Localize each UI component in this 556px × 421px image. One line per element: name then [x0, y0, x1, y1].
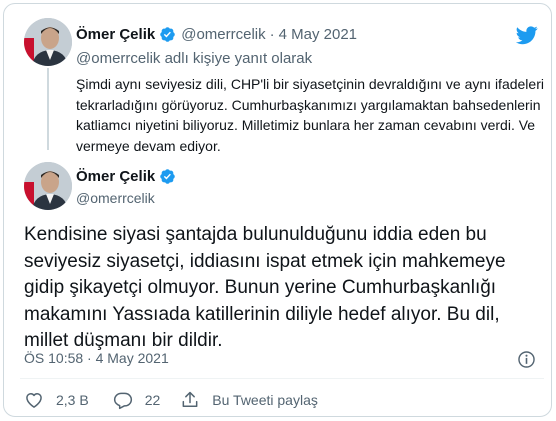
tweet-timestamp[interactable]: ÖS 10:58 · 4 May 2021: [24, 350, 169, 366]
tweet-date[interactable]: 4 May 2021: [279, 26, 357, 43]
reply-context[interactable]: @omerrcelik adlı kişiye yanıt olarak: [76, 50, 312, 67]
action-bar: 2,3 B 22 Bu Tweeti paylaş: [24, 390, 318, 410]
main-tweet-text: Kendisine siyasi şantajda bulunulduğunu …: [24, 224, 506, 351]
parent-header: Ömer Çelik @omerrcelik · 4 May 2021: [76, 26, 357, 43]
main-header: Ömer Çelik: [76, 168, 176, 185]
share-button[interactable]: Bu Tweeti paylaş: [180, 390, 318, 410]
author-handle[interactable]: @omerrcelik: [76, 190, 155, 206]
author-name[interactable]: Ömer Çelik: [76, 26, 155, 43]
twitter-logo-icon[interactable]: [516, 24, 538, 46]
like-button[interactable]: 2,3 B: [24, 390, 89, 410]
like-count: 2,3 B: [56, 392, 89, 408]
verified-badge-icon: [160, 27, 175, 42]
avatar[interactable]: [24, 18, 72, 66]
thread-line: [47, 68, 49, 150]
verified-badge-icon: [160, 169, 175, 184]
author-handle[interactable]: @omerrcelik: [181, 26, 265, 43]
tweet-card: Ömer Çelik @omerrcelik · 4 May 2021 @ome…: [3, 3, 552, 417]
heart-icon: [26, 393, 42, 408]
share-icon: [182, 391, 198, 407]
author-name[interactable]: Ömer Çelik: [76, 168, 155, 185]
info-icon[interactable]: [517, 350, 536, 369]
reply-icon: [113, 392, 132, 410]
reply-button[interactable]: 22: [113, 390, 161, 410]
reply-count: 22: [144, 392, 161, 408]
divider: [20, 378, 544, 379]
separator-dot: ·: [269, 26, 275, 43]
parent-tweet-text: Şimdi aynı seviyesiz dili, CHP'li bir si…: [76, 76, 544, 154]
share-label: Bu Tweeti paylaş: [212, 392, 318, 408]
avatar[interactable]: [24, 162, 72, 210]
